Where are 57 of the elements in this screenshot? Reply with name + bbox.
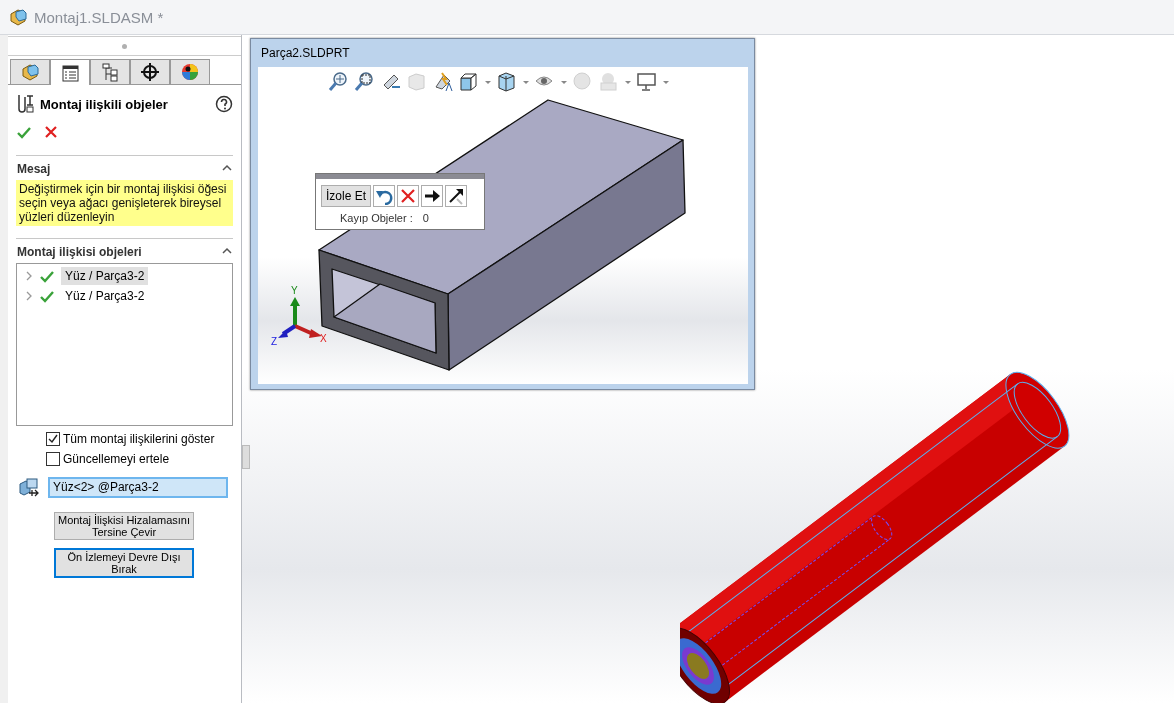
diagonal-arrows-button[interactable]: [445, 185, 468, 207]
list-icon: [60, 62, 80, 83]
cancel-icon[interactable]: [44, 125, 58, 139]
checkbox-label: Tüm montaj ilişkilerini göster: [63, 432, 215, 446]
assembly-icon: [20, 62, 40, 82]
missing-label: Kayıp Objeler :: [340, 212, 413, 224]
axis-label: Y: [291, 285, 298, 296]
preview-title: Parça2.SLDPRT: [260, 45, 351, 62]
tree-icon: [100, 62, 120, 82]
checkbox[interactable]: [46, 432, 60, 446]
annotation-icon[interactable]: [432, 71, 454, 93]
axis-label: X: [320, 333, 327, 344]
action-button[interactable]: Montaj İlişkisi Hizalamasını Tersine Çevir: [54, 512, 194, 540]
zoom-to-fit-icon[interactable]: [328, 71, 350, 93]
display-tab[interactable]: [170, 59, 210, 84]
checkbox-label: Güncellemeyi ertele: [63, 452, 170, 466]
coordinate-axes-icon: [278, 297, 322, 338]
assembly-icon: [8, 7, 28, 27]
crosshair-icon: [140, 62, 160, 82]
caret-icon[interactable]: [662, 78, 670, 86]
property-title: Montaj ilişkili objeler: [40, 96, 169, 112]
delete-button[interactable]: [397, 185, 420, 207]
caret-icon[interactable]: [624, 78, 632, 86]
zoom-area-icon[interactable]: [354, 71, 376, 93]
view-cube-icon[interactable]: [458, 71, 480, 93]
isolate-button[interactable]: İzole Et: [321, 185, 372, 207]
right-arrow-button[interactable]: [421, 185, 444, 207]
configuration-tab[interactable]: [90, 59, 130, 84]
checkmark-icon: [48, 434, 58, 444]
checkbox[interactable]: [46, 452, 60, 466]
color-ball-icon: [180, 62, 200, 82]
window-title: Montaj1.SLDASM *: [34, 8, 164, 26]
selection-field[interactable]: Yüz<2> @Parça3-2: [48, 476, 228, 498]
crosshair-tab[interactable]: [130, 59, 170, 84]
section-title: Montaj ilişkisi objeleri: [17, 245, 142, 259]
splitter-handle[interactable]: [242, 445, 250, 469]
undo-button[interactable]: [373, 185, 396, 207]
ok-icon[interactable]: [16, 125, 32, 141]
section-title: Mesaj: [17, 162, 51, 176]
properties-tab[interactable]: [50, 59, 90, 85]
message-text: Değiştirmek için bir montaj ilişkisi öğesi seçin veya ağacı genişleterek bireysel yüzleri düzenleyin: [16, 180, 233, 226]
caret-icon[interactable]: [560, 78, 568, 86]
face-selection-icon: [18, 476, 40, 498]
check-icon: [39, 269, 55, 283]
list-item[interactable]: Yüz / Parça3-2: [61, 287, 149, 305]
action-button[interactable]: Ön İzlemeyi Devre Dışı Bırak: [54, 548, 194, 578]
caret-icon[interactable]: [484, 78, 492, 86]
monitor-icon[interactable]: [636, 71, 658, 93]
grip-handle[interactable]: [122, 43, 127, 49]
axis-label: Z: [271, 336, 278, 347]
caret-icon[interactable]: [522, 78, 530, 86]
help-icon[interactable]: [215, 95, 233, 113]
list-item[interactable]: Yüz / Parça3-2: [61, 267, 149, 285]
check-icon: [39, 289, 55, 303]
assembly-tab[interactable]: [10, 59, 50, 84]
missing-count: 0: [422, 212, 429, 224]
display-style-icon[interactable]: [496, 71, 518, 93]
